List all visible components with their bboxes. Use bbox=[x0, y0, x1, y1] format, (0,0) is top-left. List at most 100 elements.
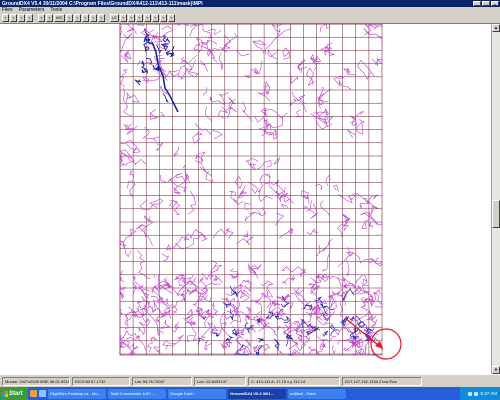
nav-button[interactable]: ▪ bbox=[151, 14, 159, 22]
contour-line bbox=[289, 72, 299, 85]
contour-line bbox=[294, 288, 305, 294]
contour-line bbox=[189, 24, 222, 37]
contour-line bbox=[142, 126, 150, 139]
map-canvas[interactable] bbox=[0, 24, 491, 374]
color-button[interactable]: ▪ bbox=[65, 14, 73, 22]
contour-map[interactable] bbox=[0, 24, 491, 374]
task-label: Total Commander 6.52 - ... bbox=[110, 390, 158, 396]
contour-line bbox=[177, 24, 197, 27]
fill-icon: ▪ bbox=[100, 15, 102, 20]
scroll-up-icon[interactable]: ▲ bbox=[492, 24, 500, 32]
contour-line bbox=[363, 28, 383, 48]
contour-line bbox=[277, 326, 285, 331]
zoom-button[interactable]: ▪ bbox=[46, 14, 53, 22]
contour-line bbox=[178, 289, 187, 303]
contour-line bbox=[213, 274, 223, 283]
status-mouse: Mouse: 1927x2539 MSE 46.01.9915 bbox=[2, 376, 70, 386]
water-line bbox=[301, 319, 316, 331]
select-icon: ▪ bbox=[162, 15, 164, 20]
water-button[interactable]: ▪ bbox=[73, 14, 81, 22]
contour-line bbox=[173, 164, 190, 195]
text-icon: ▪ bbox=[122, 15, 124, 20]
select-button[interactable]: ▪ bbox=[159, 14, 167, 22]
river-line bbox=[162, 93, 169, 103]
nav-icon: ▪ bbox=[154, 15, 156, 20]
quicklaunch-browser-icon[interactable] bbox=[30, 390, 37, 397]
contour-line bbox=[299, 313, 313, 325]
contour-line bbox=[202, 87, 208, 96]
contour-line bbox=[173, 146, 179, 157]
save-button[interactable]: ▪ bbox=[18, 14, 25, 22]
new-button[interactable]: ▪ bbox=[2, 14, 9, 22]
status-file: D17,127,152,1330.2 low Ena bbox=[342, 376, 422, 386]
contour-line bbox=[119, 139, 141, 154]
water-line bbox=[314, 296, 324, 307]
contour-line bbox=[280, 203, 288, 208]
print-button[interactable]: ▪ bbox=[26, 14, 33, 22]
network-icon[interactable] bbox=[468, 391, 473, 396]
options-button[interactable]: ▪ bbox=[167, 14, 175, 22]
task-google-earth[interactable]: Google Earth bbox=[168, 388, 226, 399]
toolbar-button-lc[interactable]: LC bbox=[109, 14, 119, 22]
contour-line bbox=[363, 24, 376, 36]
contour-line bbox=[127, 180, 136, 198]
grid-button[interactable]: ▪ bbox=[38, 14, 45, 22]
water-icon: ▪ bbox=[76, 15, 78, 20]
options-icon: ▪ bbox=[170, 15, 172, 20]
contour-line bbox=[217, 106, 228, 119]
close-button[interactable]: x bbox=[491, 1, 499, 7]
open-icon: ▪ bbox=[12, 15, 15, 20]
quicklaunch-desktop-icon[interactable] bbox=[39, 390, 46, 397]
task-label: GroundDX4 V5.4 30/1... bbox=[230, 390, 274, 396]
contour-line bbox=[316, 238, 333, 257]
contour-line bbox=[192, 36, 204, 53]
contour-line bbox=[312, 58, 318, 71]
contour-line bbox=[137, 250, 150, 279]
scroll-thumb[interactable] bbox=[492, 200, 500, 228]
contour-line bbox=[337, 246, 354, 267]
contour-line bbox=[355, 274, 369, 286]
task-flightsim[interactable]: FlightSim.Periskop.cz - Mo... bbox=[48, 388, 106, 399]
maximize-button[interactable]: □ bbox=[482, 1, 490, 7]
contour-line bbox=[295, 109, 303, 118]
task-grounddx4[interactable]: GroundDX4 V5.4 30/1... bbox=[228, 388, 286, 399]
vertical-scrollbar[interactable]: ▲ ▼ bbox=[491, 24, 500, 374]
contour-line bbox=[140, 28, 160, 41]
system-tray: 5:47 AM bbox=[460, 387, 500, 400]
tool-icon: ▪ bbox=[130, 15, 132, 20]
toolbar-button-wc[interactable]: WC bbox=[54, 14, 65, 22]
contour-line bbox=[343, 67, 356, 76]
zoom-out-button[interactable]: ▪ bbox=[143, 14, 151, 22]
task-total-commander[interactable]: Total Commander 6.52 - ... bbox=[108, 388, 166, 399]
volume-icon[interactable] bbox=[474, 391, 479, 396]
contour-line bbox=[119, 307, 123, 315]
zoom-in-button[interactable]: ▪ bbox=[135, 14, 143, 22]
contour-line bbox=[301, 190, 310, 204]
contour-line bbox=[126, 309, 145, 325]
contour-line bbox=[192, 295, 211, 306]
contour-line bbox=[204, 340, 212, 351]
task-paint[interactable]: untitled - Paint bbox=[288, 388, 346, 399]
contour-line bbox=[277, 346, 284, 355]
scroll-down-icon[interactable]: ▼ bbox=[492, 366, 500, 374]
print-icon: ▪ bbox=[28, 15, 31, 20]
minimize-button[interactable]: _ bbox=[473, 1, 481, 7]
clock: 5:47 AM bbox=[480, 391, 497, 396]
contour-line bbox=[137, 287, 149, 304]
start-button[interactable]: Start bbox=[0, 387, 28, 400]
contour-line bbox=[212, 129, 223, 140]
contour-line bbox=[195, 122, 213, 136]
status-bar: Mouse: 1927x2539 MSE 46.01.9915 E013:50:… bbox=[0, 374, 500, 387]
contour-line bbox=[360, 297, 366, 304]
layer-button[interactable]: ▪ bbox=[89, 14, 97, 22]
line-button[interactable]: ▪ bbox=[81, 14, 89, 22]
status-cell: C: 413-111 A: 17.15 x,y 112.14 bbox=[248, 376, 340, 386]
tool-button[interactable]: ▪ bbox=[127, 14, 135, 22]
contour-line bbox=[194, 151, 206, 165]
text-button[interactable]: ▪ bbox=[119, 14, 127, 22]
save-icon: ▪ bbox=[20, 15, 23, 20]
contour-line bbox=[319, 274, 338, 281]
contour-line bbox=[306, 200, 313, 212]
fill-button[interactable]: ▪ bbox=[97, 14, 105, 22]
open-button[interactable]: ▪ bbox=[10, 14, 17, 22]
